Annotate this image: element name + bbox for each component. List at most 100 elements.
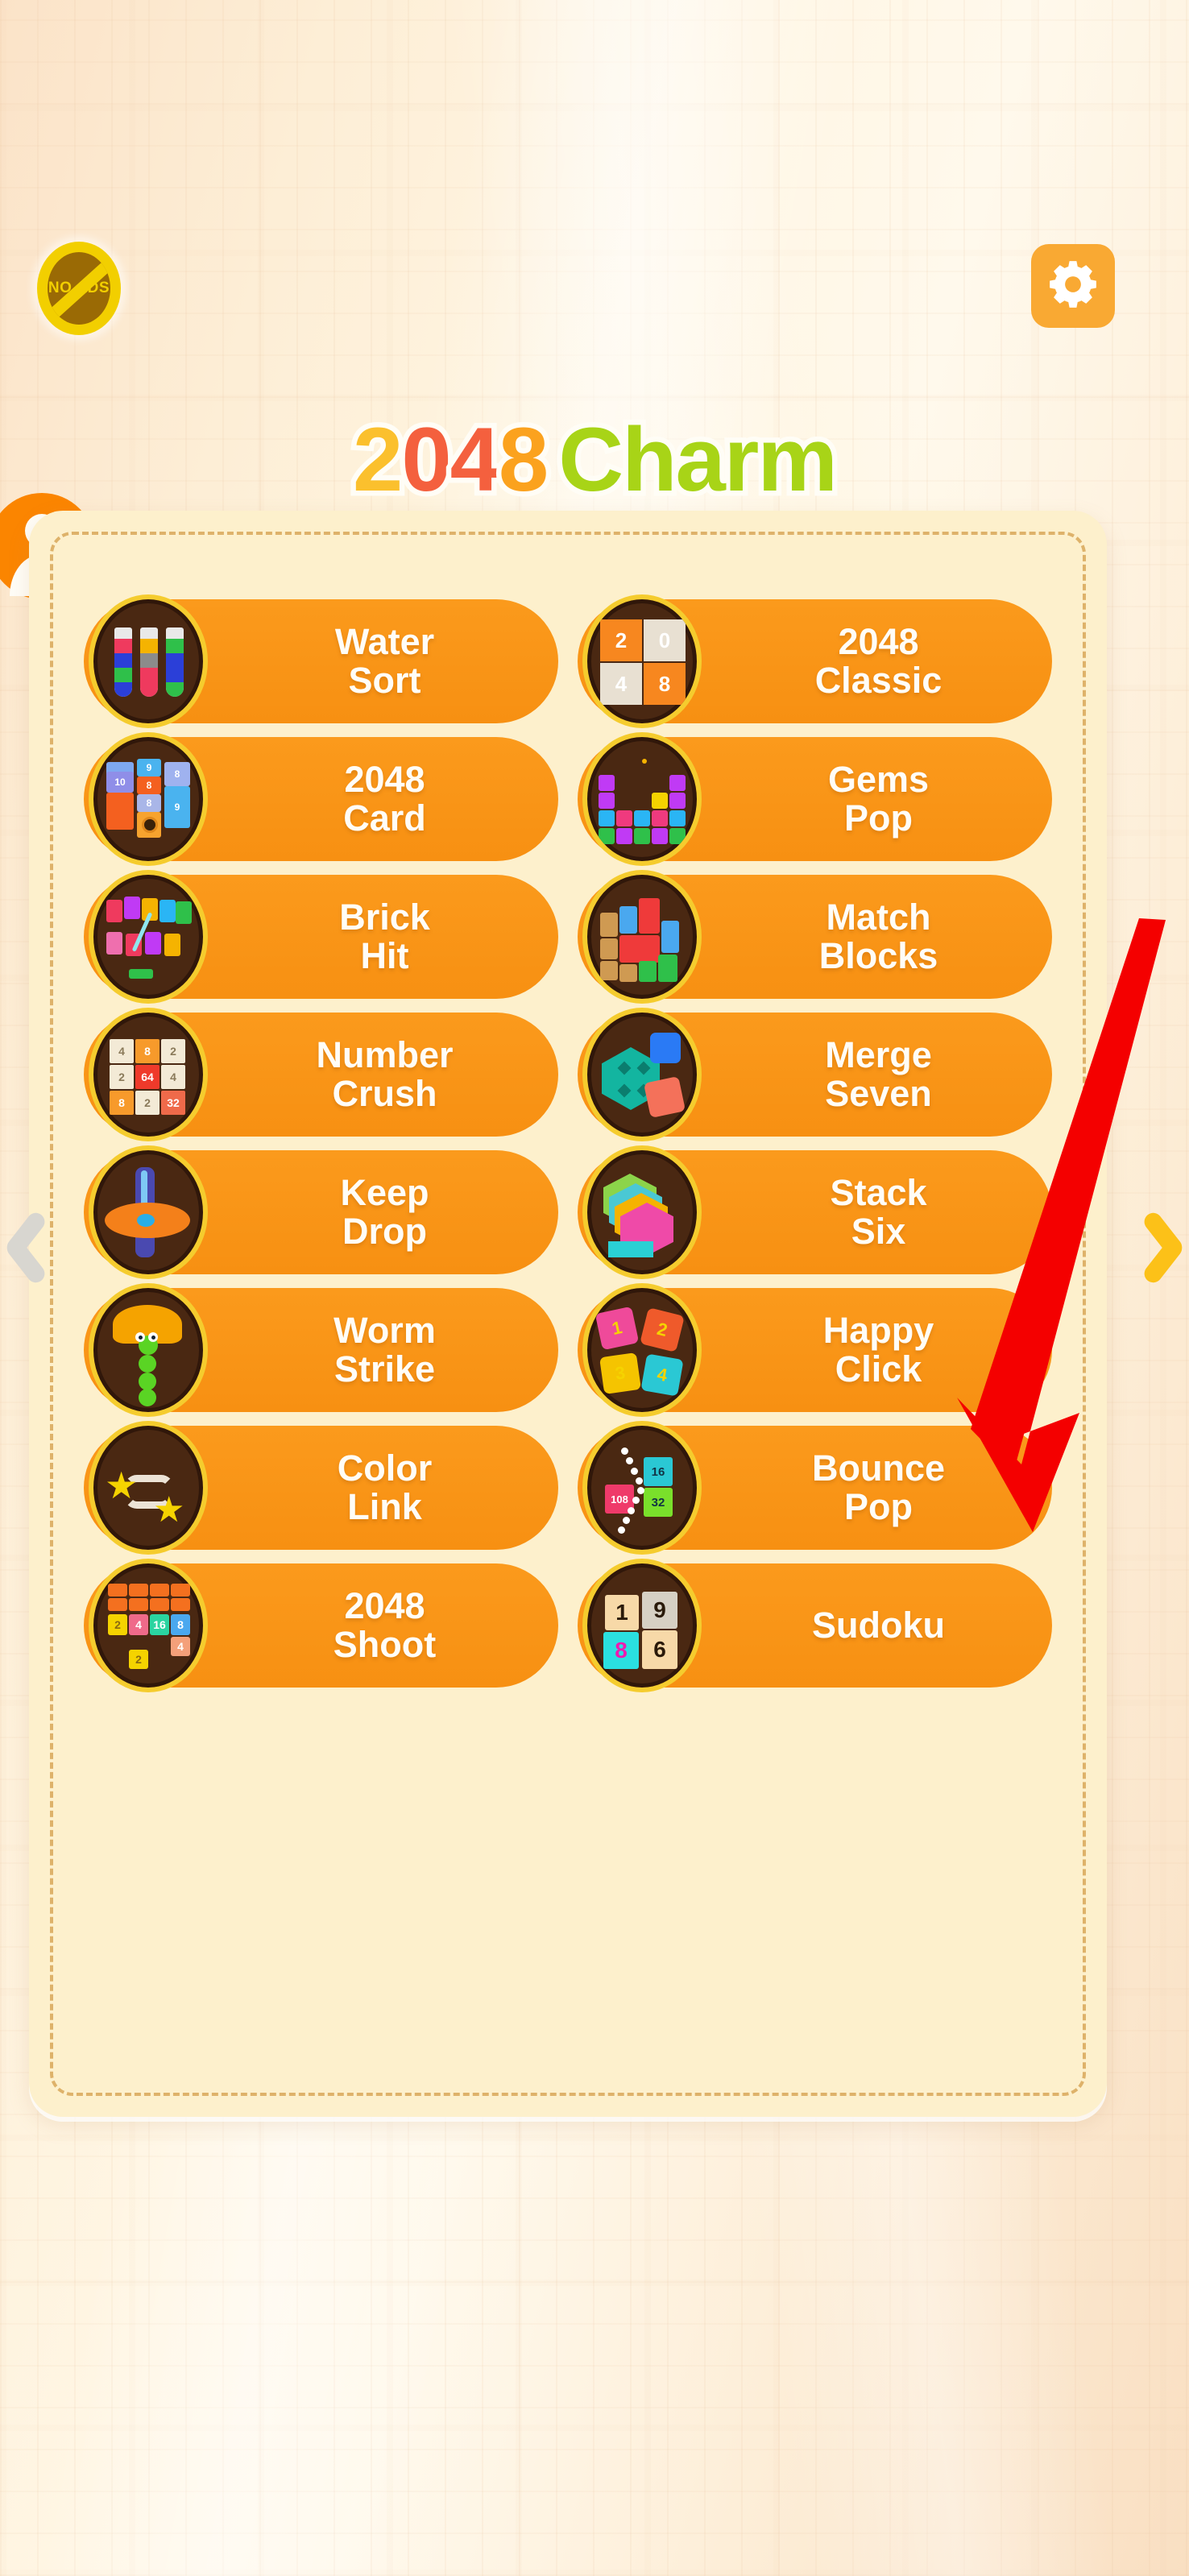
game-label: Keep Drop <box>340 1172 429 1252</box>
tile-4: 4 <box>600 663 642 705</box>
icon-tile <box>160 900 176 922</box>
icon-tile <box>171 1584 190 1597</box>
icon-tile: 4 <box>171 1637 190 1656</box>
worm-pupil <box>139 1336 143 1340</box>
icon-tile: 9 <box>642 1592 677 1629</box>
icon-tile: 16 <box>644 1457 673 1486</box>
icon-tile <box>124 897 140 919</box>
icon-tile <box>652 810 668 826</box>
game-button-2048-card[interactable]: 10 9 8 8 8 9 2048 Card <box>84 732 558 866</box>
icon-tile: 1 <box>605 1595 639 1630</box>
title-part-1: 0 <box>396 409 457 510</box>
icon-tile <box>669 810 686 826</box>
icon-tile <box>171 1598 190 1611</box>
game-label: Merge Seven <box>825 1034 932 1114</box>
number-crush-icon: 4 8 2 2 64 4 8 2 32 <box>89 1008 208 1141</box>
game-button-gems-pop[interactable]: Gems Pop <box>578 732 1052 866</box>
game-button-stack-six[interactable]: Stack Six <box>578 1145 1052 1279</box>
title-part-2: 4 <box>445 409 505 510</box>
click-tile-4: 4 <box>640 1353 684 1397</box>
sudoku-icon: 1986 <box>582 1559 702 1692</box>
match-blocks-icon <box>582 870 702 1004</box>
ball-dot <box>621 1447 629 1455</box>
no-ads-button[interactable]: NO ADS <box>37 242 121 335</box>
cell-64: 64 <box>135 1065 160 1089</box>
game-button-bounce-pop[interactable]: 16 32 108 Bounce Pop <box>578 1421 1052 1555</box>
game-button-worm-strike[interactable]: Worm Strike <box>84 1283 558 1417</box>
star-icon: ★ <box>153 1490 185 1530</box>
stack-six-icon <box>582 1145 702 1279</box>
icon-tile <box>129 1598 148 1611</box>
game-button-match-blocks[interactable]: Match Blocks <box>578 870 1052 1004</box>
icon-tile <box>106 900 122 922</box>
red-die <box>643 1075 686 1119</box>
icon-artwork: 4 8 2 2 64 4 8 2 32 <box>103 1029 193 1120</box>
icon-tile <box>599 793 615 809</box>
icon-artwork <box>103 892 193 982</box>
icon-tile <box>652 828 668 844</box>
2048-shoot-icon: 2 4 16 8 2 4 <box>89 1559 208 1692</box>
icon-artwork <box>103 616 193 706</box>
icon-tile <box>106 793 134 830</box>
game-label: Water Sort <box>334 621 435 701</box>
icon-artwork <box>103 1167 193 1257</box>
games-grid: Water Sort 2 0 4 8 2048 Classic 10 9 8 8 8 9 2048 Ca… <box>84 594 1052 1692</box>
game-button-2048-shoot[interactable]: 2 4 16 8 2 4 2048 Shoot <box>84 1559 558 1692</box>
tile-0: 0 <box>644 619 686 661</box>
bounce-pop-icon: 16 32 108 <box>582 1421 702 1555</box>
game-button-happy-click[interactable]: 1 2 3 4 Happy Click <box>578 1283 1052 1417</box>
icon-tile <box>150 1584 169 1597</box>
worm-pupil <box>151 1336 155 1340</box>
icon-tile: 2 <box>108 1614 127 1635</box>
game-label: Stack Six <box>830 1172 927 1252</box>
icon-artwork: 10 9 8 8 8 9 <box>103 754 193 844</box>
games-panel: Water Sort 2 0 4 8 2048 Classic 10 9 8 8 8 9 2048 Ca… <box>29 511 1107 2117</box>
game-button-keep-drop[interactable]: Keep Drop <box>84 1145 558 1279</box>
2048-classic-icon: 2048 <box>582 594 702 728</box>
water-sort-icon <box>89 594 208 728</box>
next-page-button[interactable] <box>1141 1204 1187 1291</box>
game-label: 2048 Shoot <box>333 1585 437 1665</box>
icon-artwork: 1234 <box>594 1305 687 1397</box>
game-label: Brick Hit <box>339 897 430 976</box>
game-button-2048-classic[interactable]: 2 0 4 8 2048 Classic <box>578 594 1052 728</box>
icon-tile <box>669 793 686 809</box>
click-tile-2: 2 <box>640 1307 685 1352</box>
game-label: Worm Strike <box>334 1310 436 1389</box>
game-button-number-crush[interactable]: 4 8 2 2 64 4 8 2 32 Number Crush <box>84 1008 558 1141</box>
cell-32: 32 <box>161 1091 185 1115</box>
icon-artwork: 2048 <box>597 616 687 706</box>
icon-tile: 8 <box>171 1614 190 1635</box>
tile-8: 8 <box>644 663 686 705</box>
ball-dot <box>627 1506 635 1514</box>
icon-tile <box>600 913 618 937</box>
game-label: Happy Click <box>822 1310 934 1389</box>
game-label: Bounce Pop <box>811 1447 945 1527</box>
brick-hit-icon <box>89 870 208 1004</box>
game-label: Sudoku <box>812 1605 945 1646</box>
icon-tile: 8 <box>164 762 190 786</box>
icon-tile: 6 <box>642 1630 677 1669</box>
icon-tile: 2 <box>129 1650 148 1669</box>
prev-page-button[interactable] <box>2 1204 48 1291</box>
game-button-brick-hit[interactable]: Brick Hit <box>84 870 558 1004</box>
cell-2: 2 <box>135 1091 160 1115</box>
game-button-water-sort[interactable]: Water Sort <box>84 594 558 728</box>
settings-button[interactable] <box>1031 244 1115 328</box>
blue-die <box>650 1033 681 1063</box>
icon-tile <box>619 964 637 982</box>
merge-seven-icon <box>582 1008 702 1141</box>
icon-tile <box>652 793 668 809</box>
title-part-3: 8 <box>493 409 553 510</box>
cell-4: 4 <box>110 1039 134 1063</box>
page-title: 2048 Charm <box>0 409 1189 510</box>
game-hub-screen: NO ADS 2048 Charm Water Sort 2 0 4 8 2048 Cla… <box>0 0 1189 2576</box>
ball-dot <box>622 1516 630 1524</box>
game-button-merge-seven[interactable]: Merge Seven <box>578 1008 1052 1141</box>
game-button-sudoku[interactable]: 1 9 8 6 Sudoku <box>578 1559 1052 1692</box>
ball-dot <box>626 1457 634 1465</box>
game-button-color-link[interactable]: ★ ★ Color Link <box>84 1421 558 1555</box>
icon-tile <box>639 898 660 934</box>
ball-dot <box>617 1526 625 1534</box>
icon-tile <box>600 961 618 980</box>
